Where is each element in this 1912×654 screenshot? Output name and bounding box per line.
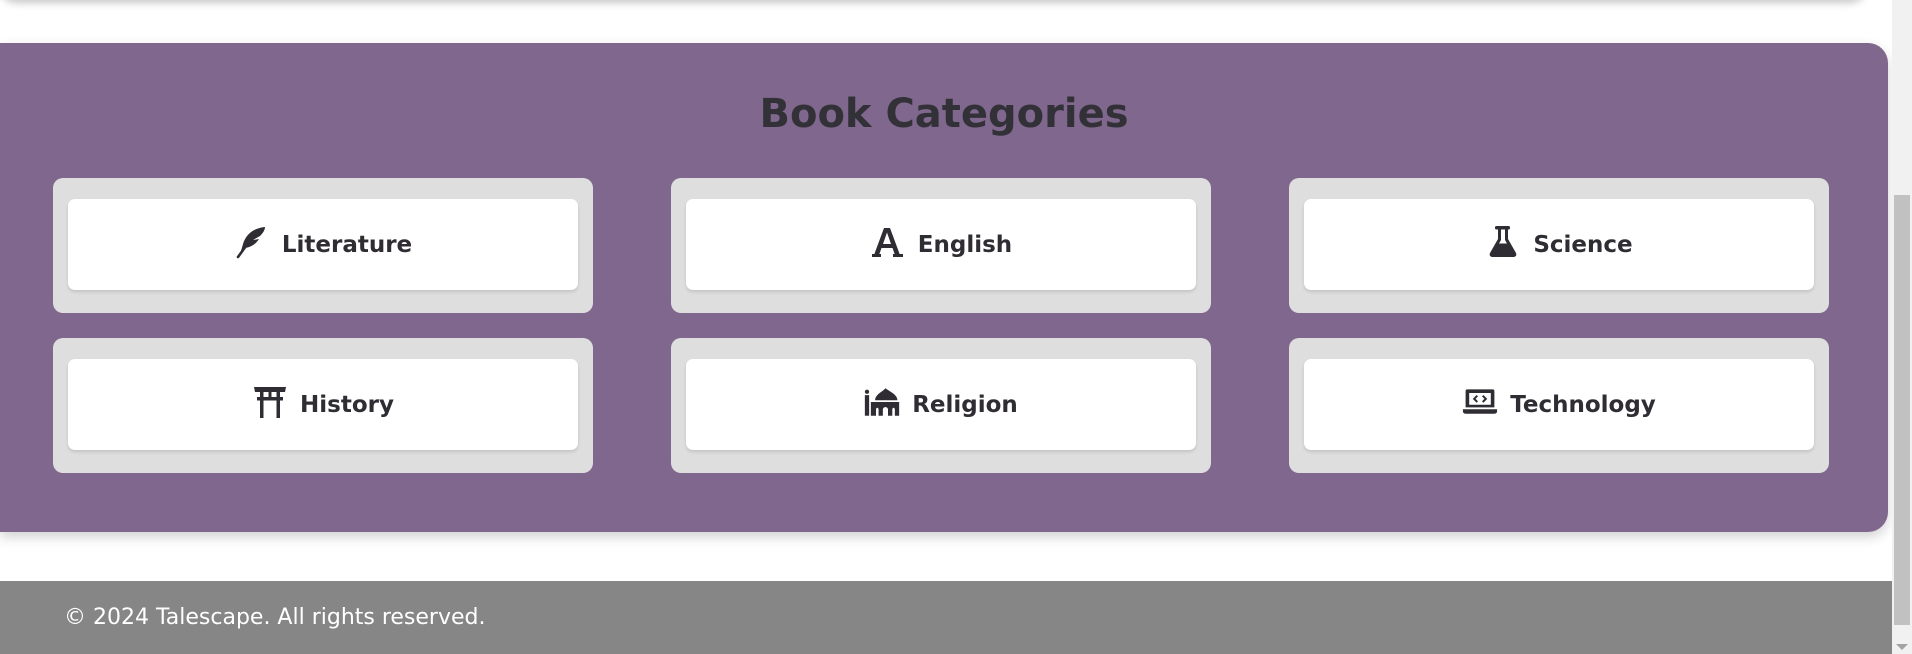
scrollbar-thumb[interactable] [1894,195,1910,625]
category-card-english: English [671,178,1211,313]
mosque-icon [864,384,900,420]
category-card-science: Science [1289,178,1829,313]
footer: © 2024 Talescape. All rights reserved. [0,581,1892,654]
category-label: Literature [281,231,413,258]
category-card-technology: Technology [1289,338,1829,473]
torii-gate-icon [252,384,288,420]
category-button-religion[interactable]: Religion [686,359,1196,450]
category-card-religion: Religion [671,338,1211,473]
scroll-down-arrow-icon[interactable] [1896,644,1908,650]
category-label: Technology [1510,391,1656,418]
flask-icon [1485,224,1521,260]
category-card-history: History [53,338,593,473]
feather-icon [234,224,270,260]
category-label: Science [1533,231,1633,258]
book-categories-section: Book Categories Literature English Scien… [0,43,1888,532]
vertical-scrollbar[interactable] [1892,0,1912,654]
page: Book Categories Literature English Scien… [0,0,1892,654]
category-button-literature[interactable]: Literature [68,199,578,290]
category-button-english[interactable]: English [686,199,1196,290]
section-title: Book Categories [759,91,1129,137]
category-label: History [300,391,394,418]
category-label: Religion [912,391,1018,418]
category-button-history[interactable]: History [68,359,578,450]
copyright-text: © 2024 Talescape. All rights reserved. [64,605,486,630]
laptop-code-icon [1462,384,1498,420]
category-button-technology[interactable]: Technology [1304,359,1814,450]
category-card-literature: Literature [53,178,593,313]
category-label: English [917,231,1013,258]
category-button-science[interactable]: Science [1304,199,1814,290]
letter-a-icon [870,224,906,260]
